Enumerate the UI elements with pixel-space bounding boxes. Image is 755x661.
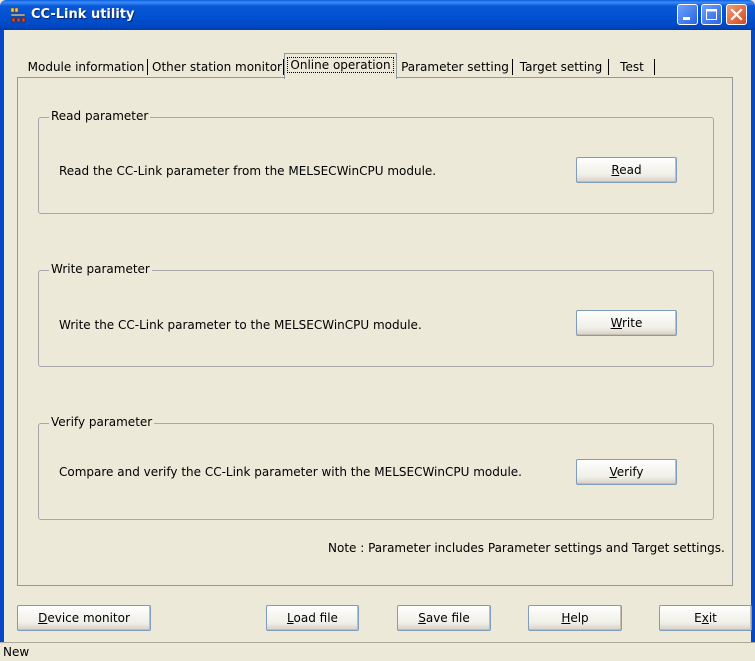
- write-parameter-group: Write parameter Write the CC-Link parame…: [38, 262, 714, 367]
- tab-online-operation[interactable]: Online operation: [284, 53, 397, 79]
- status-bar: New: [0, 642, 755, 661]
- verify-parameter-description: Compare and verify the CC-Link parameter…: [59, 465, 522, 479]
- tab-other-station-monitor[interactable]: Other station monitor: [150, 56, 284, 78]
- close-button[interactable]: [726, 4, 747, 25]
- app-network-icon[interactable]: [10, 7, 26, 23]
- close-icon: [730, 8, 743, 21]
- maximize-icon: [706, 9, 717, 20]
- save-file-button[interactable]: Save file: [397, 605, 491, 631]
- write-button[interactable]: Write: [576, 310, 677, 336]
- read-parameter-description: Read the CC-Link parameter from the MELS…: [59, 164, 437, 178]
- window-frame-right: [751, 30, 755, 661]
- help-button[interactable]: Help: [528, 605, 622, 631]
- load-file-button[interactable]: Load file: [266, 605, 359, 631]
- device-monitor-button[interactable]: Device monitor: [17, 605, 151, 631]
- app-window: CC-Link utility Module information Other: [0, 0, 755, 661]
- verify-button[interactable]: Verify: [576, 459, 677, 485]
- read-parameter-group: Read parameter Read the CC-Link paramete…: [38, 109, 714, 214]
- read-button[interactable]: Read: [576, 157, 677, 183]
- write-parameter-description: Write the CC-Link parameter to the MELSE…: [59, 318, 422, 332]
- parameter-note: Note : Parameter includes Parameter sett…: [328, 541, 725, 555]
- window-title: CC-Link utility: [31, 7, 135, 22]
- read-parameter-title: Read parameter: [49, 109, 151, 123]
- window-frame-left: [0, 30, 4, 661]
- exit-button[interactable]: Exit: [659, 605, 752, 631]
- title-bar[interactable]: CC-Link utility: [0, 0, 755, 30]
- tab-target-setting[interactable]: Target setting: [513, 56, 609, 78]
- tab-test[interactable]: Test: [609, 56, 655, 78]
- write-parameter-title: Write parameter: [49, 262, 152, 276]
- tab-parameter-setting[interactable]: Parameter setting: [397, 56, 513, 78]
- maximize-button[interactable]: [701, 4, 722, 25]
- minimize-button[interactable]: [677, 4, 698, 25]
- minimize-icon: [683, 17, 690, 20]
- verify-parameter-group: Verify parameter Compare and verify the …: [38, 415, 714, 520]
- verify-parameter-title: Verify parameter: [49, 415, 155, 429]
- status-text: New: [3, 645, 30, 659]
- tab-module-information[interactable]: Module information: [24, 56, 148, 78]
